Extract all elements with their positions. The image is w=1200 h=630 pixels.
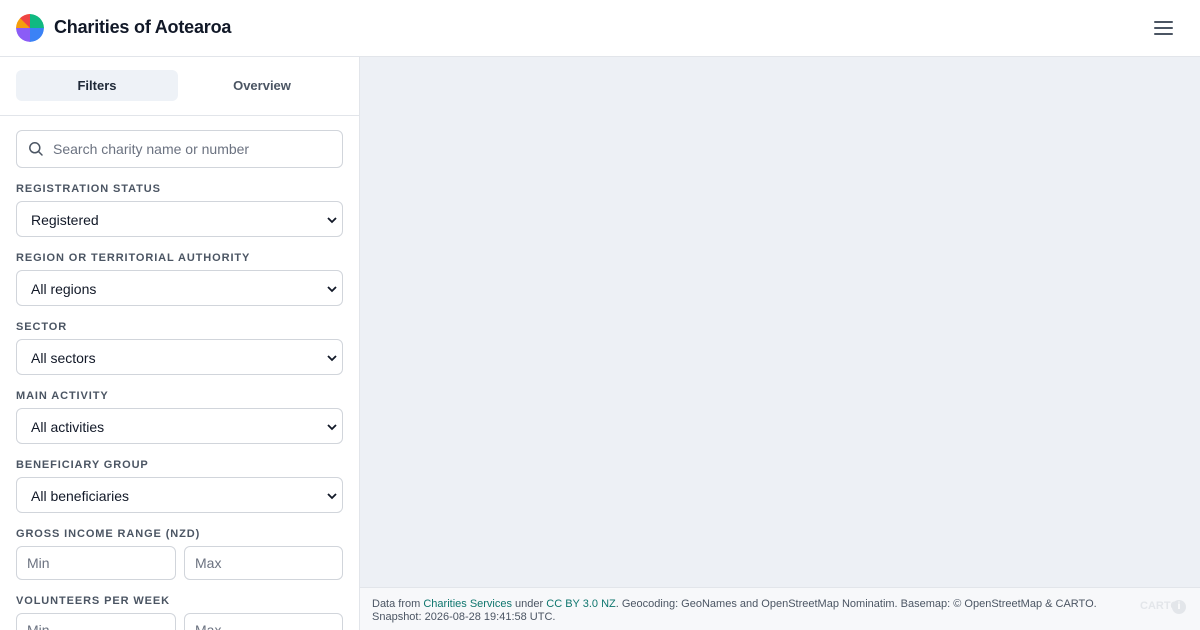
volunteers-label: VOLUNTEERS PER WEEK: [16, 595, 171, 607]
registration-status-label: REGISTRATION STATUS: [16, 183, 161, 195]
app-title: Charities of Aotearoa: [54, 17, 232, 37]
chevron-down-icon: [327, 217, 337, 224]
beneficiary-group-select[interactable]: All beneficiaries: [16, 477, 343, 513]
hamburger-menu-icon[interactable]: [1150, 16, 1178, 40]
main-activity-value: All activities: [31, 419, 105, 435]
region-label: REGION OR TERRITORIAL AUTHORITY: [16, 252, 251, 264]
main-activity-select[interactable]: All activities: [16, 408, 343, 444]
sector-select[interactable]: All sectors: [16, 339, 343, 375]
map-attribution: Data from Charities Services under CC BY…: [360, 587, 1200, 630]
gross-income-min-input[interactable]: [27, 547, 167, 579]
beneficiary-group-label: BENEFICIARY GROUP: [16, 459, 149, 471]
registration-status-select[interactable]: Registered: [16, 201, 343, 237]
logo-icon: [16, 14, 44, 42]
attribution-line: Data from Charities Services under CC BY…: [372, 598, 1097, 610]
volunteers-max-input[interactable]: [195, 614, 335, 630]
chevron-down-icon: [327, 355, 337, 362]
region-select[interactable]: All regions: [16, 270, 343, 306]
gross-income-max-input[interactable]: [195, 547, 335, 579]
sector-value: All sectors: [31, 350, 96, 366]
gross-income-label: GROSS INCOME RANGE (NZD): [16, 528, 201, 540]
map-canvas[interactable]: [360, 57, 1200, 587]
attribution-under: under: [512, 598, 547, 610]
attribution-rest: . Geocoding: GeoNames and OpenStreetMap …: [615, 598, 1097, 610]
filter-sidebar: Filters Overview REGISTRATION STATUS Reg…: [0, 57, 360, 630]
attribution-prefix: Data from: [372, 598, 424, 610]
search-input[interactable]: [53, 131, 338, 167]
beneficiary-group-value: All beneficiaries: [31, 488, 130, 504]
chevron-down-icon: [327, 493, 337, 500]
search-icon: [29, 142, 43, 156]
registration-status-value: Registered: [31, 212, 99, 228]
snapshot-text: Snapshot: 2026-08-28 19:41:58 UTC.: [372, 611, 556, 623]
tab-overview[interactable]: Overview: [181, 70, 343, 101]
chevron-down-icon: [327, 286, 337, 293]
app-header: Charities of Aotearoa: [0, 0, 1200, 57]
chevron-down-icon: [327, 424, 337, 431]
volunteers-min-input[interactable]: [27, 614, 167, 630]
volunteers-max-field[interactable]: [184, 613, 343, 630]
license-link[interactable]: CC BY 3.0 NZ: [546, 598, 616, 610]
volunteers-min-field[interactable]: [16, 613, 176, 630]
search-box[interactable]: [16, 130, 343, 168]
charities-services-link[interactable]: Charities Services: [423, 598, 512, 610]
region-value: All regions: [31, 281, 97, 297]
sidebar-tabs: Filters Overview: [0, 57, 359, 116]
sector-label: SECTOR: [16, 321, 68, 333]
tab-filters[interactable]: Filters: [16, 70, 178, 101]
main-activity-label: MAIN ACTIVITY: [16, 390, 109, 402]
gross-income-max-field[interactable]: [184, 546, 343, 580]
gross-income-min-field[interactable]: [16, 546, 176, 580]
info-icon[interactable]: i: [1172, 600, 1186, 614]
